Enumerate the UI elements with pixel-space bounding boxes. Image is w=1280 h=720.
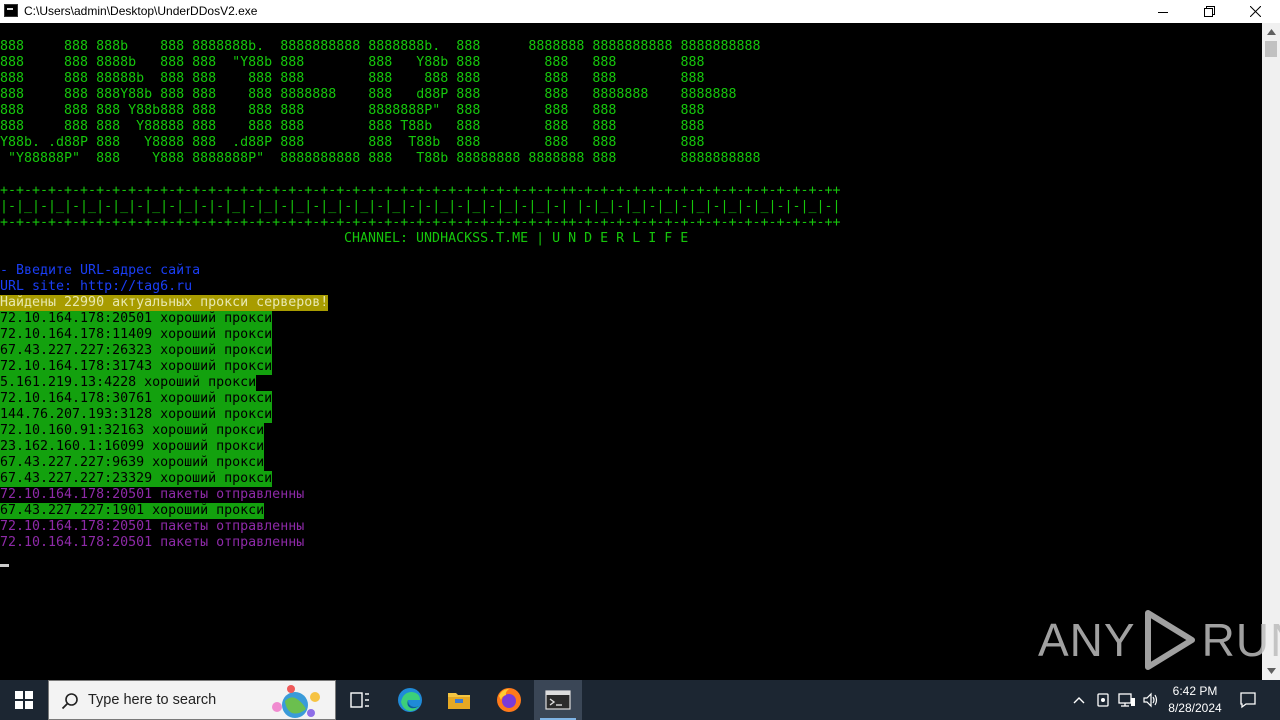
banner-line: "Y88888P" 888 Y888 8888888P" 8888888888 … [0, 151, 761, 166]
clock-time: 6:42 PM [1172, 684, 1218, 698]
tray-volume-button[interactable] [1140, 680, 1162, 720]
good-proxy-line: 67.43.227.227:9639 хороший прокси [0, 455, 265, 471]
packets-sent-line: 72.10.164.178:20501 пакеты отправленны [0, 535, 305, 550]
window-title: C:\Users\admin\Desktop\UnderDDosV2.exe [24, 4, 258, 18]
good-proxy-line: 67.43.227.227:26323 хороший прокси [0, 343, 273, 359]
good-proxy-line: 67.43.227.227:1901 хороший прокси [0, 503, 265, 519]
scroll-up-icon [1266, 29, 1276, 35]
good-proxy-line: 23.162.160.1:16099 хороший прокси [0, 439, 265, 455]
vertical-scrollbar[interactable] [1262, 23, 1280, 680]
notifications-button[interactable] [1234, 680, 1262, 720]
firefox-taskbar-button[interactable] [485, 680, 533, 720]
folder-icon [448, 693, 470, 709]
good-proxy-line: 72.10.164.178:20501 хороший прокси [0, 311, 273, 327]
taskbar-search-box[interactable]: Type here to search [48, 680, 336, 720]
border-bottom: +-+-+-+-+-+-+-+-+-+-+-+-+-+-+-+-+-+-+-+-… [0, 215, 841, 230]
window-title-bar[interactable]: C:\Users\admin\Desktop\UnderDDosV2.exe [0, 0, 1280, 23]
banner-line: 888 888 8888b 888 888 "Y88b 888 888 Y88b… [0, 55, 705, 70]
proxies-found-line: Найдены 22990 актуальных прокси серверов… [0, 295, 329, 311]
banner-line: Y88b. .d88P 888 Y8888 888 .d88P 888 888 … [0, 135, 705, 150]
clock-date: 8/28/2024 [1168, 701, 1222, 715]
windows-start-icon [15, 691, 33, 709]
watermark-right-text: RUN [1201, 614, 1280, 666]
task-view-button[interactable] [336, 680, 384, 720]
minimize-button[interactable] [1140, 0, 1186, 23]
anyrun-watermark: ANY RUN [1038, 608, 1280, 672]
good-proxy-line: 67.43.227.227:23329 хороший прокси [0, 471, 273, 487]
banner-line: 888 888 888 Y88b888 888 888 888 8888888P… [0, 103, 705, 118]
tray-device-button[interactable] [1092, 680, 1114, 720]
play-logo-icon [1144, 610, 1195, 670]
banner-line: 888 888 88888b 888 888 888 888 888 888 8… [0, 71, 705, 86]
console-output[interactable]: 888 888 888b 888 8888888b. 8888888888 88… [0, 23, 1262, 680]
scroll-thumb[interactable] [1265, 41, 1277, 57]
text-cursor [0, 564, 9, 567]
network-icon [1118, 693, 1135, 707]
restore-icon [1203, 6, 1215, 17]
good-proxy-line: 72.10.164.178:31743 хороший прокси [0, 359, 273, 375]
watermark-left-text: ANY [1038, 614, 1136, 666]
good-proxy-line: 5.161.219.13:4228 хороший прокси [0, 375, 257, 391]
console-app-icon [4, 4, 18, 17]
url-prompt: - Введите URL-адрес сайта [0, 263, 201, 278]
edge-icon [398, 688, 422, 712]
show-hidden-icons-button[interactable] [1068, 680, 1090, 720]
good-proxy-line: 72.10.164.178:30761 хороший прокси [0, 391, 273, 407]
banner-line: 888 888 888b 888 8888888b. 8888888888 88… [0, 39, 761, 54]
taskbar-clock[interactable]: 6:42 PM 8/28/2024 [1160, 683, 1230, 717]
edge-taskbar-button[interactable] [386, 680, 434, 720]
url-input-line: URL site: http://tag6.ru [0, 279, 193, 294]
start-button[interactable] [0, 680, 48, 720]
taskbar: Type here to search 6:42 PM 8/28/2024 [0, 680, 1280, 720]
border-middle: |-|_|-|_|-|_|-|_|-|_|-|_|-|-|_|-|_|-|_|-… [0, 199, 841, 214]
close-icon [1249, 6, 1261, 17]
scroll-up-button[interactable] [1262, 25, 1280, 39]
search-icon [61, 693, 78, 710]
device-icon [1097, 693, 1109, 707]
file-explorer-button[interactable] [435, 680, 483, 720]
close-button[interactable] [1232, 0, 1278, 23]
channel-line: CHANNEL: UNDHACKSS.T.ME | U N D E R L I … [344, 231, 689, 246]
terminal-icon [545, 690, 571, 710]
tray-network-button[interactable] [1116, 680, 1138, 720]
task-view-icon [350, 692, 369, 708]
notification-icon [1240, 692, 1256, 709]
good-proxy-line: 72.10.164.178:11409 хороший прокси [0, 327, 273, 343]
console-taskbar-button[interactable] [534, 680, 582, 720]
firefox-icon [497, 688, 521, 712]
volume-icon [1143, 692, 1158, 708]
search-highlight-globe-icon [272, 685, 320, 718]
banner-line: 888 888 888 Y88888 888 888 888 888 T88b … [0, 119, 705, 134]
chevron-up-icon [1073, 697, 1085, 704]
minimize-icon [1158, 11, 1168, 13]
border-top: +-+-+-+-+-+-+-+-+-+-+-+-+-+-+-+-+-+-+-+-… [0, 183, 841, 198]
packets-sent-line: 72.10.164.178:20501 пакеты отправленны [0, 519, 305, 534]
good-proxy-line: 144.76.207.193:3128 хороший прокси [0, 407, 273, 423]
search-placeholder: Type here to search [88, 692, 217, 708]
packets-sent-line: 72.10.164.178:20501 пакеты отправленны [0, 487, 305, 502]
restore-button[interactable] [1186, 0, 1232, 23]
banner-line: 888 888 888Y88b 888 888 888 8888888 888 … [0, 87, 737, 102]
good-proxy-line: 72.10.160.91:32163 хороший прокси [0, 423, 265, 439]
